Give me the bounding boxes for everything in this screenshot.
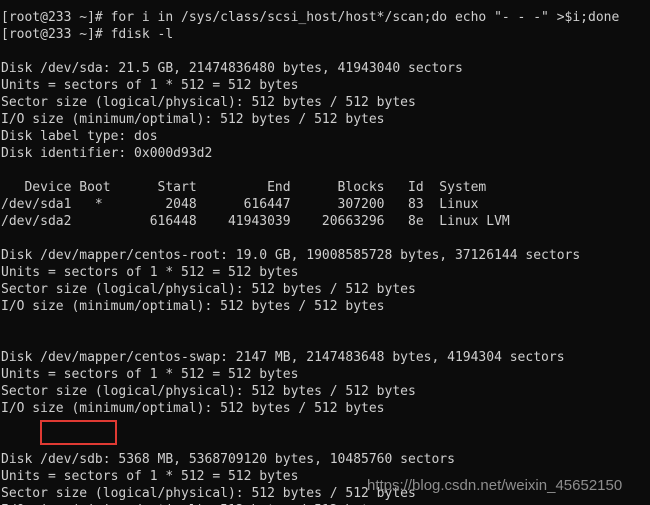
terminal-line: [root@233 ~]# for i in /sys/class/scsi_h… [1, 10, 620, 25]
terminal-line: Disk /dev/mapper/centos-swap: 2147 MB, 2… [1, 350, 565, 365]
terminal-line: Units = sectors of 1 * 512 = 512 bytes [1, 265, 299, 280]
terminal-line: Disk /dev/mapper/centos-root: 19.0 GB, 1… [1, 248, 581, 263]
terminal-line: Disk identifier: 0x000d93d2 [1, 146, 213, 161]
terminal-output: [root@233 ~]# for i in /sys/class/scsi_h… [1, 9, 650, 505]
terminal-line: Device Boot Start End Blocks Id System [1, 180, 487, 195]
terminal-line: Units = sectors of 1 * 512 = 512 bytes [1, 367, 299, 382]
terminal-line: Units = sectors of 1 * 512 = 512 bytes [1, 78, 299, 93]
terminal-line: /dev/sda1 * 2048 616447 307200 83 Linux [1, 197, 479, 212]
terminal-line: Sector size (logical/physical): 512 byte… [1, 95, 416, 110]
terminal-line: Sector size (logical/physical): 512 byte… [1, 282, 416, 297]
terminal-line: Disk label type: dos [1, 129, 158, 144]
terminal-line: I/O size (minimum/optimal): 512 bytes / … [1, 112, 385, 127]
terminal-line: I/O size (minimum/optimal): 512 bytes / … [1, 299, 385, 314]
terminal-line: I/O size (minimum/optimal): 512 bytes / … [1, 401, 385, 416]
terminal-line: Disk /dev/sda: 21.5 GB, 21474836480 byte… [1, 61, 463, 76]
terminal-window[interactable]: [root@233 ~]# for i in /sys/class/scsi_h… [0, 0, 650, 505]
terminal-line: Sector size (logical/physical): 512 byte… [1, 384, 416, 399]
terminal-line: /dev/sda2 616448 41943039 20663296 8e Li… [1, 214, 510, 229]
terminal-line: Disk /dev/sdb: 5368 MB, 5368709120 bytes… [1, 452, 455, 467]
terminal-line: [root@233 ~]# fdisk -l [1, 27, 174, 42]
watermark-url: https://blog.csdn.net/weixin_45652150 [367, 477, 623, 494]
